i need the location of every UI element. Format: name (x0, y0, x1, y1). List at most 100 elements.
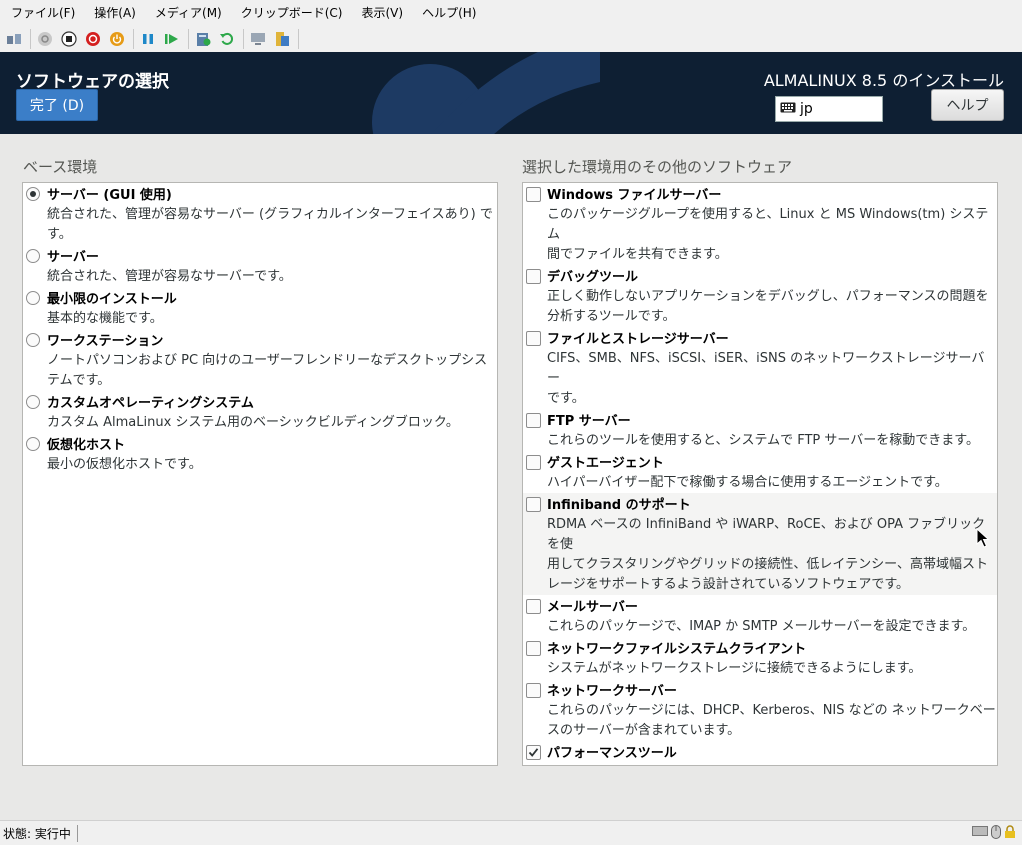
addon-option-name: Windows ファイルサーバー (547, 188, 722, 203)
addon-option[interactable]: Windows ファイルサーバーこのパッケージグループを使用すると、Linux … (523, 183, 997, 265)
host-menubar: ファイル(F) 操作(A) メディア(M) クリップボード(C) 表示(V) ヘ… (0, 0, 1022, 25)
addon-option-name: デバッグツール (547, 270, 639, 285)
vm-status-text: 状態: 実行中 (0, 824, 78, 842)
radio-button[interactable] (26, 187, 40, 201)
checkbox[interactable] (526, 187, 541, 202)
addon-option-description: 分析するツールです。 (547, 309, 676, 324)
keyboard-layout-value: jp (800, 101, 813, 117)
done-button[interactable]: 完了 (D) (16, 89, 98, 121)
alma-logo-watermark-icon (372, 52, 600, 134)
base-environment-option-description: 基本的な機能です。 (47, 311, 163, 326)
mouse-status-icon (991, 825, 1001, 842)
share-icon[interactable] (272, 29, 292, 49)
base-environment-option[interactable]: ワークステーション ノートパソコンおよび PC 向けのユーザーフレンドリーなデスク… (23, 329, 497, 391)
toolbar-separator (243, 28, 244, 49)
keyboard-status-icon (972, 825, 988, 842)
menu-clipboard[interactable]: クリップボード(C) (230, 4, 351, 21)
addon-option-description: システムおよびアプリケーションレベルのパフォーマンス問題を分析する (547, 763, 997, 765)
addon-option[interactable]: ファイルとストレージサーバー CIFS、SMB、NFS、iSCSI、iSER、iS… (523, 327, 997, 409)
checkbox[interactable] (526, 413, 541, 428)
base-environment-list[interactable]: サーバー (GUI 使用) 統合された、管理が容易なサーバー (グラフィカルインタ… (22, 182, 498, 766)
addon-option[interactable]: パフォーマンスツールシステムおよびアプリケーションレベルのパフォーマンス問題を分… (523, 741, 997, 765)
checkbox[interactable] (526, 331, 541, 346)
lock-status-icon (1004, 825, 1016, 842)
addon-option[interactable]: FTP サーバーこれらのツールを使用すると、システムで FTP サーバーを稼動で… (523, 409, 997, 451)
addon-option-name: ファイルとストレージサーバー (547, 332, 729, 347)
base-environment-title: ベース環境 (23, 158, 98, 176)
menu-media[interactable]: メディア(M) (144, 4, 230, 21)
base-environment-option-name: サーバー (GUI 使用) (47, 188, 172, 203)
checkbox[interactable] (526, 641, 541, 656)
radio-button[interactable] (26, 333, 40, 347)
addon-option-description: これらのツールを使用すると、システムで FTP サーバーを稼動できます。 (547, 433, 979, 448)
addon-option-description: これらのパッケージには、DHCP、Kerberos、NIS などの ネットワーク… (547, 703, 996, 718)
base-environment-option-name: サーバー (47, 250, 99, 265)
addon-option-name: メールサーバー (547, 600, 638, 615)
menu-file[interactable]: ファイル(F) (0, 4, 83, 21)
checkbox[interactable] (526, 599, 541, 614)
checkpoint-icon[interactable] (193, 29, 213, 49)
revert-icon[interactable] (217, 29, 237, 49)
addon-option-description: 間でファイルを共有できます。 (547, 247, 728, 262)
addon-option-name: ゲストエージェント (547, 456, 664, 471)
menu-view[interactable]: 表示(V) (351, 4, 412, 21)
product-title: ALMALINUX 8.5 のインストール (763, 71, 1004, 90)
addon-option-name: FTP サーバー (547, 414, 631, 429)
host-statusbar: 状態: 実行中 (0, 820, 1022, 845)
addon-option-name: ネットワークファイルシステムクライアント (547, 642, 807, 657)
keyboard-icon (780, 101, 796, 117)
base-environment-option-name: 最小限のインストール (47, 292, 177, 307)
addon-option[interactable]: デバッグツール正しく動作しないアプリケーションをデバッグし、パフォーマンスの問題… (523, 265, 997, 327)
addon-option-description: これらのパッケージで、IMAP か SMTP メールサーバーを設定できます。 (547, 619, 976, 634)
addon-option-description: このパッケージグループを使用すると、Linux と MS Windows(tm)… (547, 207, 989, 242)
menu-action[interactable]: 操作(A) (83, 4, 144, 21)
base-environment-option-description: 統合された、管理が容易なサーバーです。 (47, 269, 292, 284)
keyboard-layout-indicator[interactable]: jp (775, 96, 883, 122)
mouse-cursor-icon (976, 528, 990, 548)
addon-option-description: レージをサポートするよう設計されているソフトウェアです。 (547, 577, 910, 592)
toolbar-separator (298, 28, 299, 49)
addon-option[interactable]: ゲストエージェントハイパーバイザー配下で稼働する場合に使用するエージェントです。 (523, 451, 997, 493)
base-environment-option-name: カスタムオペレーティングシステム (47, 396, 254, 411)
base-environment-option[interactable]: カスタムオペレーティングシステム カスタム AlmaLinux システム用のベーシ… (23, 391, 497, 433)
start-icon[interactable] (35, 29, 55, 49)
reset-icon[interactable] (162, 29, 182, 49)
base-environment-option-description: 最小の仮想化ホストです。 (47, 457, 202, 472)
pause-icon[interactable] (138, 29, 158, 49)
addon-option-description: ハイパーバイザー配下で稼働する場合に使用するエージェントです。 (547, 475, 948, 490)
base-environment-option[interactable]: サーバー統合された、管理が容易なサーバーです。 (23, 245, 497, 287)
base-environment-option[interactable]: サーバー (GUI 使用) 統合された、管理が容易なサーバー (グラフィカルインタ… (23, 183, 497, 245)
help-button[interactable]: ヘルプ (931, 89, 1004, 121)
radio-button[interactable] (26, 395, 40, 409)
shutdown-icon[interactable] (83, 29, 103, 49)
radio-button[interactable] (26, 437, 40, 451)
addon-option-description: RDMA ベースの InfiniBand や iWARP、RoCE、および OP… (547, 517, 986, 552)
enhanced-session-icon[interactable] (248, 29, 268, 49)
radio-button[interactable] (26, 249, 40, 263)
addon-option-description: スのサーバーが含まれています。 (547, 723, 741, 738)
addon-option-description: CIFS、SMB、NFS、iSCSI、iSER、iSNS のネットワークストレー… (547, 351, 985, 386)
checkbox[interactable] (526, 455, 541, 470)
addon-option[interactable]: ネットワークファイルシステムクライアント システムがネットワークストレージに接続で… (523, 637, 997, 679)
base-environment-option-description: テムです。 (47, 373, 111, 388)
addon-option-description: 正しく動作しないアプリケーションをデバッグし、パフォーマンスの問題を (547, 289, 989, 304)
turn-off-icon[interactable] (59, 29, 79, 49)
power-icon[interactable] (107, 29, 127, 49)
menu-help[interactable]: ヘルプ(H) (411, 4, 484, 21)
addon-option[interactable]: Infiniband のサポート RDMA ベースの InfiniBand や i… (523, 493, 997, 595)
checkmark-icon (528, 748, 539, 757)
addon-software-title: 選択した環境用のその他のソフトウェア (522, 158, 793, 176)
addon-option-description: 用してクラスタリングやグリッドの接続性、低レイテンシー、高帯域幅スト (547, 557, 988, 572)
checkbox[interactable] (526, 683, 541, 698)
base-environment-option[interactable]: 最小限のインストール 基本的な機能です。 (23, 287, 497, 329)
addon-software-list[interactable]: Windows ファイルサーバーこのパッケージグループを使用すると、Linux … (522, 182, 998, 766)
addon-option-name: ネットワークサーバー (547, 684, 677, 699)
ctrl-alt-del-icon[interactable] (4, 29, 24, 49)
base-environment-option[interactable]: 仮想化ホスト 最小の仮想化ホストです。 (23, 433, 497, 475)
checkbox[interactable] (526, 745, 541, 760)
checkbox[interactable] (526, 269, 541, 284)
radio-button[interactable] (26, 291, 40, 305)
checkbox[interactable] (526, 497, 541, 512)
addon-option[interactable]: ネットワークサーバーこれらのパッケージには、DHCP、Kerberos、NIS … (523, 679, 997, 741)
addon-option[interactable]: メールサーバーこれらのパッケージで、IMAP か SMTP メールサーバーを設定… (523, 595, 997, 637)
